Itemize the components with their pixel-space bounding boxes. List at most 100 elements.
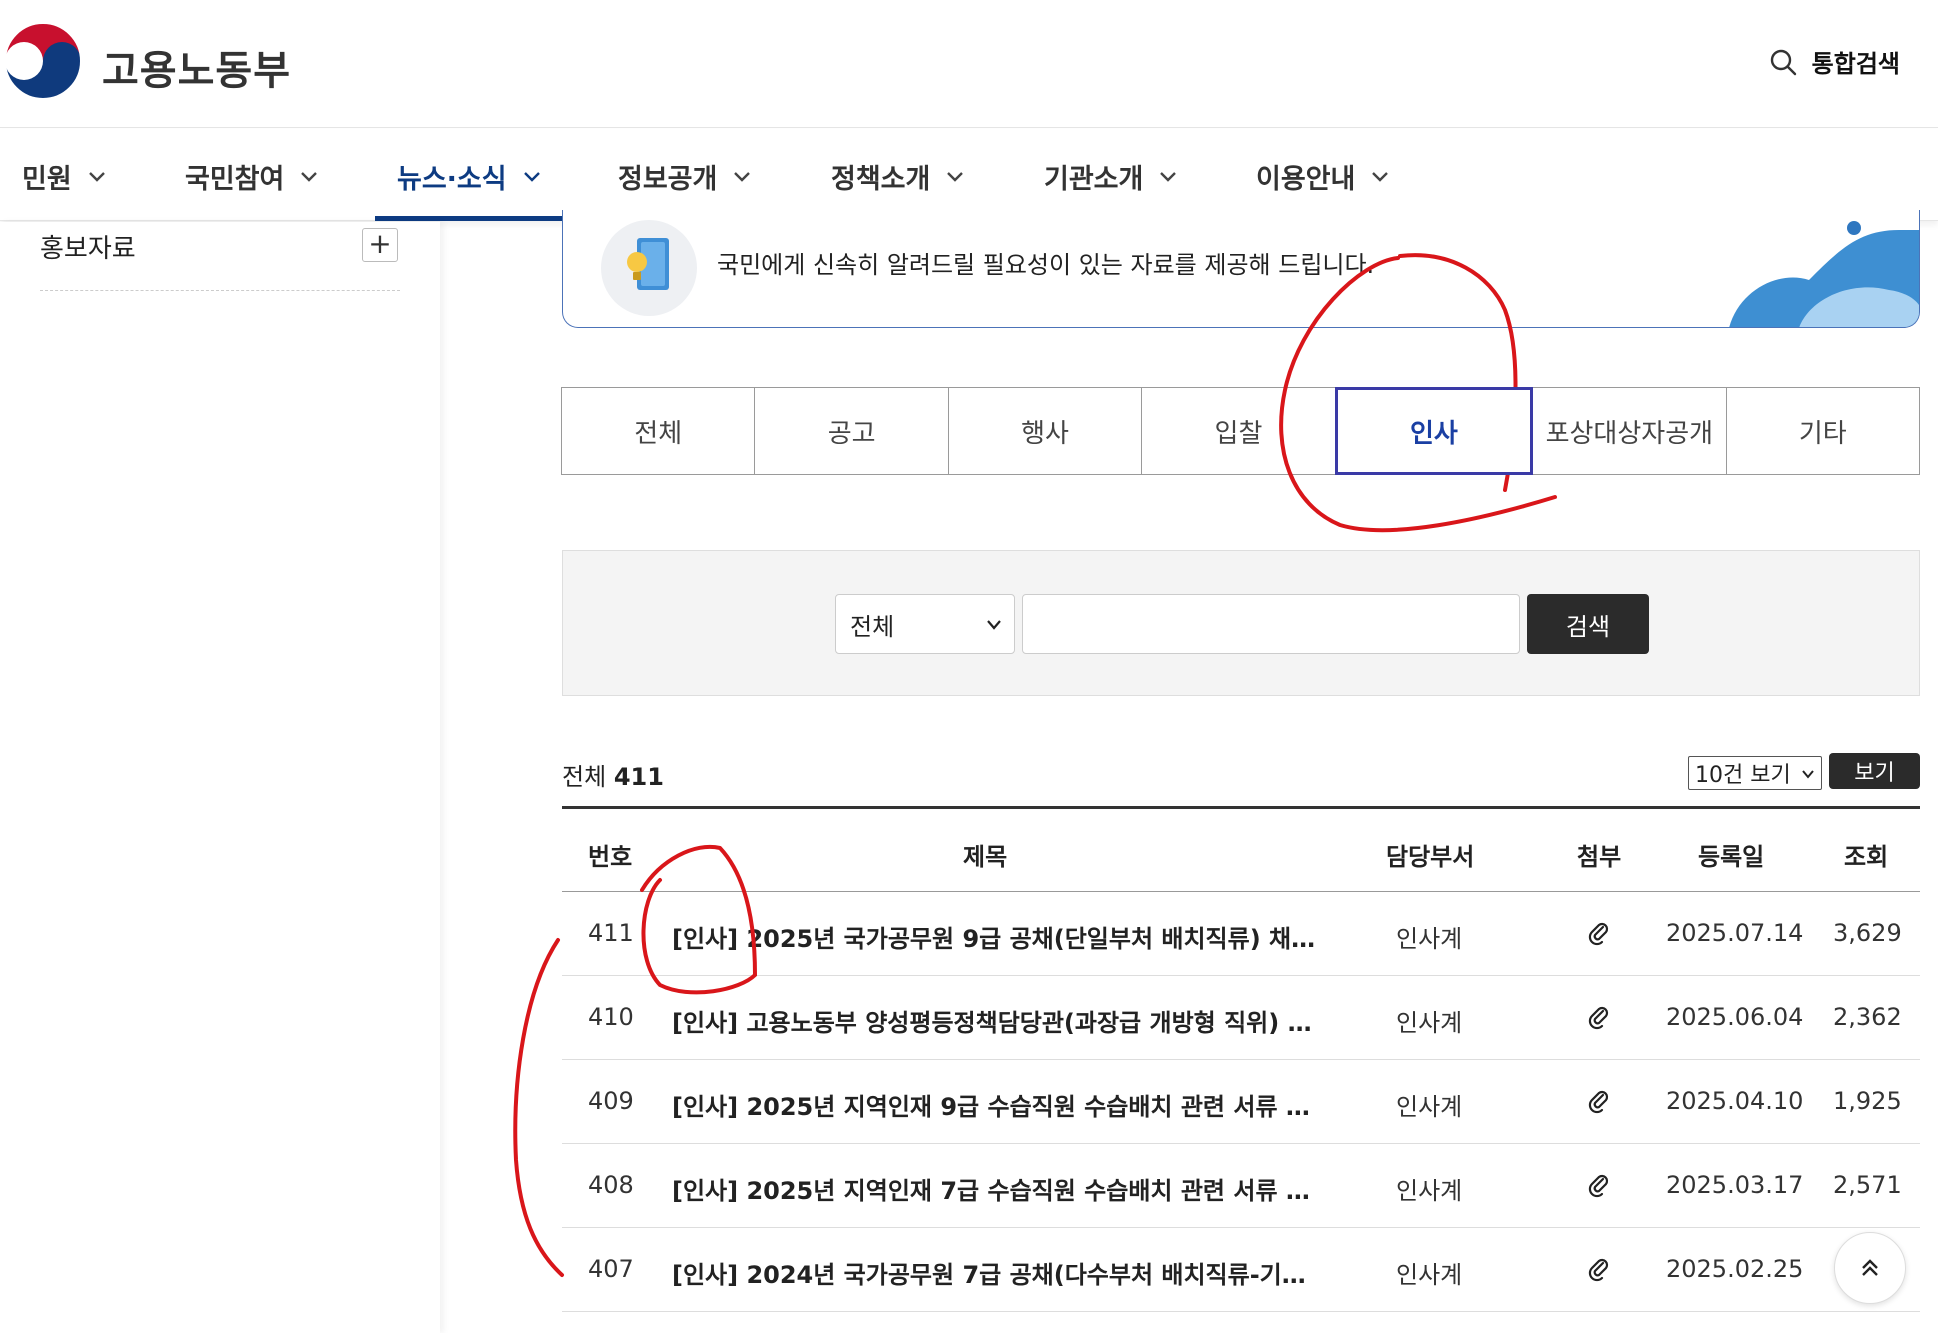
post-table: 번호 제목 담당부서 첨부 등록일 조회 411 [인사] 2025년 국가공무… — [562, 806, 1920, 1312]
banner-icon-container — [601, 220, 697, 316]
nav-item-civil-service[interactable]: 민원 — [22, 157, 106, 196]
sidebar: 홍보자료 + — [0, 222, 440, 1333]
nav-item-label: 정책소개 — [831, 164, 931, 195]
row-department: 인사계 — [1396, 925, 1463, 953]
row-number: 411 — [588, 919, 634, 947]
search-scope-select[interactable]: 전체 — [835, 594, 1015, 654]
row-date: 2025.06.04 — [1666, 1003, 1804, 1031]
view-button[interactable]: 보기 — [1829, 753, 1920, 789]
nav-item-label: 국민참여 — [185, 164, 285, 195]
taegeuk-logo-icon[interactable] — [0, 18, 86, 104]
row-title-link[interactable]: [인사] 2024년 국가공무원 7급 공채(다수부처 배치직류-기… — [672, 1255, 1306, 1290]
nav-item-news[interactable]: 뉴스·소식 — [397, 157, 541, 196]
banner-text: 국민에게 신속히 알려드릴 필요성이 있는 자료를 제공해 드립니다. — [717, 251, 1375, 279]
total-count: 전체 411 — [562, 757, 664, 792]
row-department: 인사계 — [1396, 1177, 1463, 1205]
site-header: 고용노동부 통합검색 — [0, 0, 1938, 128]
row-date: 2025.04.10 — [1666, 1087, 1804, 1115]
table-row: 409 [인사] 2025년 지역인재 9급 수습직원 수습배치 관련 서류 …… — [562, 1060, 1920, 1144]
table-header: 번호 제목 담당부서 첨부 등록일 조회 — [562, 806, 1920, 892]
row-title-link[interactable]: [인사] 2025년 지역인재 7급 수습직원 수습배치 관련 서류 … — [672, 1171, 1310, 1206]
tab-personnel[interactable]: 인사 — [1334, 387, 1534, 475]
nav-item-label: 기관소개 — [1044, 164, 1144, 195]
search-scope-value: 전체 — [850, 612, 895, 641]
paperclip-icon[interactable] — [1587, 1088, 1611, 1114]
row-number: 407 — [588, 1255, 634, 1283]
table-row: 408 [인사] 2025년 지역인재 7급 수습직원 수습배치 관련 서류 …… — [562, 1144, 1920, 1228]
nav-item-label: 민원 — [22, 164, 72, 195]
paperclip-icon[interactable] — [1587, 920, 1611, 946]
search-icon — [1770, 49, 1796, 75]
row-department: 인사계 — [1396, 1009, 1463, 1037]
expand-button[interactable]: + — [362, 228, 398, 262]
chevron-down-icon — [987, 620, 1001, 630]
chevron-down-icon — [947, 171, 964, 182]
chevron-down-icon — [1372, 171, 1389, 182]
per-page-value: 10건 보기 — [1695, 763, 1791, 788]
scroll-top-button[interactable] — [1834, 1232, 1906, 1304]
ministry-name[interactable]: 고용노동부 — [102, 38, 291, 96]
active-nav-indicator — [375, 216, 570, 221]
integrated-search-label: 통합검색 — [1811, 50, 1900, 78]
category-tabs: 전체 공고 행사 입찰 인사 포상대상자공개 기타 — [561, 387, 1920, 475]
table-row: 410 [인사] 고용노동부 양성평등정책담당관(과장급 개방형 직위) … 인… — [562, 976, 1920, 1060]
table-row: 407 [인사] 2024년 국가공무원 7급 공채(다수부처 배치직류-기… … — [562, 1228, 1920, 1312]
search-button[interactable]: 검색 — [1527, 594, 1649, 654]
row-title-link[interactable]: [인사] 2025년 국가공무원 9급 공채(단일부처 배치직류) 채… — [672, 919, 1315, 954]
row-views: 2,362 — [1833, 1003, 1902, 1031]
wave-decoration — [1729, 221, 1919, 327]
tab-other[interactable]: 기타 — [1725, 387, 1920, 475]
tab-notice[interactable]: 공고 — [754, 387, 949, 475]
nav-item-label: 이용안내 — [1256, 164, 1356, 195]
header-date: 등록일 — [1698, 843, 1765, 871]
total-number: 411 — [613, 763, 664, 791]
row-date: 2025.07.14 — [1666, 919, 1804, 947]
header-number: 번호 — [588, 843, 633, 871]
row-date: 2025.03.17 — [1666, 1171, 1804, 1199]
nav-item-label: 뉴스·소식 — [397, 164, 507, 195]
nav-item-guide[interactable]: 이용안내 — [1256, 157, 1389, 196]
chevron-down-icon — [88, 171, 105, 182]
per-page-select[interactable]: 10건 보기 — [1688, 756, 1822, 790]
header-attachment: 첨부 — [1577, 843, 1622, 871]
tab-all[interactable]: 전체 — [561, 387, 756, 475]
chevron-down-icon — [734, 171, 751, 182]
chevron-down-icon — [523, 171, 540, 182]
info-banner: 국민에게 신속히 알려드릴 필요성이 있는 자료를 제공해 드립니다. — [562, 210, 1920, 328]
paperclip-icon[interactable] — [1587, 1256, 1611, 1282]
nav-item-label: 정보공개 — [618, 164, 718, 195]
table-row: 411 [인사] 2025년 국가공무원 9급 공채(단일부처 배치직류) 채…… — [562, 892, 1920, 976]
row-views: 3,629 — [1833, 919, 1902, 947]
nav-item-policy[interactable]: 정책소개 — [831, 157, 964, 196]
tab-award[interactable]: 포상대상자공개 — [1532, 387, 1727, 475]
row-title-link[interactable]: [인사] 고용노동부 양성평등정책담당관(과장급 개방형 직위) … — [672, 1003, 1312, 1038]
double-chevron-up-icon — [1862, 1259, 1878, 1276]
search-input[interactable] — [1022, 594, 1520, 654]
integrated-search-button[interactable]: 통합검색 — [1768, 44, 1900, 79]
lightbulb-book-icon — [627, 238, 669, 290]
row-date: 2025.02.25 — [1666, 1255, 1804, 1283]
sidebar-item-press[interactable]: 홍보자료 — [40, 228, 136, 265]
total-label: 전체 — [562, 763, 607, 791]
nav-item-agency[interactable]: 기관소개 — [1044, 157, 1177, 196]
chevron-down-icon — [1160, 171, 1177, 182]
header-department: 담당부서 — [1386, 843, 1475, 871]
row-department: 인사계 — [1396, 1261, 1463, 1289]
search-panel: 전체 검색 — [562, 550, 1920, 696]
tab-bid[interactable]: 입찰 — [1141, 387, 1336, 475]
tab-event[interactable]: 행사 — [947, 387, 1143, 475]
header-title: 제목 — [963, 843, 1008, 871]
paperclip-icon[interactable] — [1587, 1172, 1611, 1198]
paperclip-icon[interactable] — [1587, 1004, 1611, 1030]
chevron-down-icon — [1802, 770, 1814, 779]
annotation-bracket-rows — [513, 938, 564, 1277]
row-views: 1,925 — [1833, 1087, 1902, 1115]
row-number: 410 — [588, 1003, 634, 1031]
row-title-link[interactable]: [인사] 2025년 지역인재 9급 수습직원 수습배치 관련 서류 … — [672, 1087, 1310, 1122]
nav-item-participation[interactable]: 국민참여 — [185, 157, 318, 196]
main-navigation: 민원 국민참여 뉴스·소식 정보공개 정책소개 기관소개 이용안내 — [0, 129, 1938, 221]
chevron-down-icon — [301, 171, 318, 182]
header-views: 조회 — [1844, 843, 1889, 871]
row-number: 408 — [588, 1171, 634, 1199]
nav-item-information[interactable]: 정보공개 — [618, 157, 751, 196]
